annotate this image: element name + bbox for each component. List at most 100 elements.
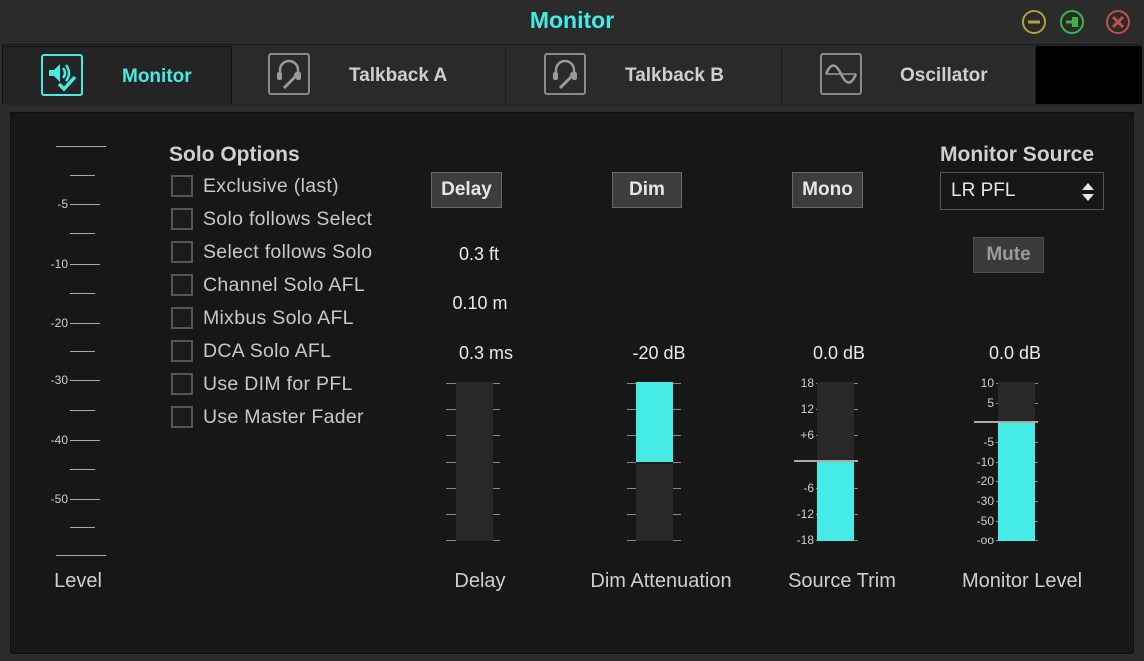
scale-label: -5 <box>983 435 994 449</box>
meter-label: -10 <box>50 257 68 271</box>
option-label: Channel Solo AFL <box>203 274 365 296</box>
delay-label: Delay <box>454 570 506 592</box>
option-label: Solo follows Select <box>203 208 373 230</box>
meter-tick <box>70 264 100 265</box>
meter-label: -5 <box>57 197 68 211</box>
meter-tick <box>70 527 95 528</box>
meter-tick <box>56 146 106 147</box>
meter-tick <box>56 555 106 556</box>
option-label: Select follows Solo <box>203 241 373 263</box>
close-icon <box>1106 10 1130 34</box>
dim-value: -20 dB <box>632 343 686 363</box>
pin-icon <box>1060 10 1084 34</box>
tab-label: Oscillator <box>900 65 988 86</box>
meter-tick <box>70 440 100 441</box>
speaker-check-icon <box>41 54 83 96</box>
meter-tick <box>70 204 100 205</box>
window-title: Monitor <box>529 7 615 33</box>
source-trim-label: Source Trim <box>788 570 896 592</box>
scale-label: -6 <box>803 481 814 495</box>
delay-ms-value: 0.3 ms <box>458 343 514 363</box>
delay-feet-value: 0.3 ft <box>458 244 500 264</box>
scale-label: -oo <box>976 533 994 547</box>
close-button[interactable] <box>1106 10 1130 34</box>
delay-fader[interactable] <box>446 380 504 544</box>
source-trim-value: 0.0 dB <box>812 343 866 363</box>
scale-label: 10 <box>980 376 994 390</box>
tab-talkback-a[interactable]: Talkback A <box>232 46 506 104</box>
scale-label: -20 <box>976 474 994 488</box>
fader-fill <box>817 461 854 541</box>
monitor-source-title: Monitor Source <box>940 143 1095 166</box>
minimize-button[interactable] <box>1022 10 1046 34</box>
option-label: Mixbus Solo AFL <box>203 307 354 329</box>
fader-fill <box>636 382 673 462</box>
scale-label: -30 <box>976 494 994 508</box>
monitor-level-label: Monitor Level <box>961 570 1083 592</box>
tab-monitor[interactable]: Monitor <box>2 46 232 104</box>
level-meter: -5 -10 -20 -30 -40 -50 <box>40 140 120 560</box>
checkbox[interactable] <box>171 274 193 296</box>
meter-tick <box>70 323 100 324</box>
fader-cap[interactable] <box>974 421 1038 423</box>
checkbox[interactable] <box>171 208 193 230</box>
tab-talkback-b[interactable]: Talkback B <box>506 46 782 104</box>
scale-label: +6 <box>800 428 814 442</box>
meter-tick <box>70 351 95 352</box>
checkbox[interactable] <box>171 307 193 329</box>
delay-button[interactable]: Delay <box>431 172 502 208</box>
option-label: DCA Solo AFL <box>203 340 332 362</box>
checkbox[interactable] <box>171 241 193 263</box>
select-value: LR PFL <box>951 180 1016 201</box>
solo-options-list: Exclusive (last) Solo follows Select Sel… <box>171 175 411 437</box>
pin-button[interactable] <box>1060 10 1084 34</box>
tab-bar-filler <box>1036 46 1142 104</box>
checkbox[interactable] <box>171 406 193 428</box>
source-trim-fader[interactable]: 18 12 +6 -6 -12 -18 <box>790 376 870 547</box>
meter-tick <box>70 469 95 470</box>
scale-label: -50 <box>976 514 994 528</box>
tab-oscillator[interactable]: Oscillator <box>782 46 1036 104</box>
scale-label: -12 <box>796 507 814 521</box>
fader-track <box>456 382 493 541</box>
solo-options-title: Solo Options <box>169 143 300 166</box>
tab-label: Talkback B <box>625 65 724 86</box>
meter-label: -30 <box>50 373 68 387</box>
scale-label: 18 <box>800 376 814 390</box>
headset-mic-icon <box>268 53 310 95</box>
meter-label: -50 <box>50 492 68 506</box>
dim-button[interactable]: Dim <box>612 172 682 208</box>
delay-meters-value: 0.10 m <box>452 293 508 313</box>
fader-cap[interactable] <box>794 460 858 462</box>
monitor-level-fader[interactable]: 10 5 -5 -10 -20 -30 -50 -oo <box>970 376 1050 547</box>
checkbox[interactable] <box>171 340 193 362</box>
monitor-source-select[interactable]: LR PFL <box>940 172 1104 210</box>
dim-attenuation-label: Dim Attenuation <box>590 570 732 592</box>
meter-tick <box>70 175 95 176</box>
option-label: Use Master Fader <box>203 406 364 428</box>
dim-attenuation-fader[interactable] <box>627 380 685 544</box>
mute-button[interactable]: Mute <box>973 237 1044 273</box>
meter-tick <box>70 410 95 411</box>
meter-tick <box>70 380 100 381</box>
level-label: Level <box>54 570 102 592</box>
checkbox[interactable] <box>171 175 193 197</box>
option-label: Exclusive (last) <box>203 175 339 197</box>
scale-label: -10 <box>976 455 994 469</box>
scale-label: 5 <box>987 396 994 410</box>
tab-label: Talkback A <box>349 65 448 86</box>
mono-button[interactable]: Mono <box>792 172 863 208</box>
tab-label: Monitor <box>122 66 192 87</box>
sine-wave-icon <box>820 53 862 95</box>
fader-fill <box>998 422 1035 541</box>
headset-mic-icon <box>544 53 586 95</box>
updown-chevron-icon <box>1081 181 1095 208</box>
monitor-level-value: 0.0 dB <box>988 343 1042 363</box>
meter-label: -40 <box>50 433 68 447</box>
scale-label: -18 <box>796 533 814 547</box>
fader-cap[interactable] <box>636 462 673 464</box>
meter-tick <box>70 293 95 294</box>
checkbox[interactable] <box>171 373 193 395</box>
meter-tick <box>70 233 95 234</box>
option-label: Use DIM for PFL <box>203 373 353 395</box>
